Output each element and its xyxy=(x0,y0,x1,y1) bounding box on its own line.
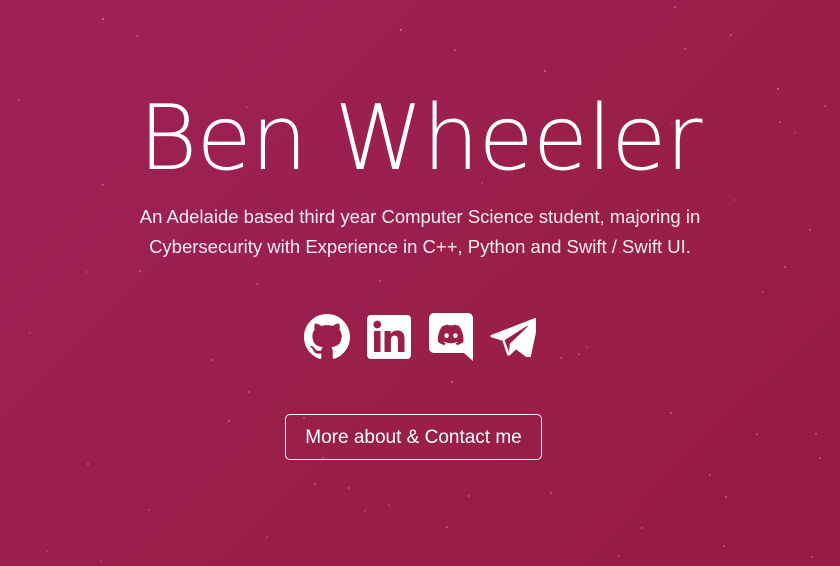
tagline-line-2: Cybersecurity with Experience in C++, Py… xyxy=(149,236,691,257)
github-link[interactable] xyxy=(303,313,351,361)
page-title: Ben Wheeler xyxy=(138,86,702,191)
discord-icon xyxy=(429,313,473,361)
telegram-link[interactable] xyxy=(489,313,537,361)
linkedin-link[interactable] xyxy=(365,313,413,361)
tagline: An Adelaide based third year Computer Sc… xyxy=(110,202,730,262)
social-links xyxy=(0,313,840,361)
discord-link[interactable] xyxy=(427,313,475,361)
linkedin-icon xyxy=(367,315,411,359)
tagline-line-1: An Adelaide based third year Computer Sc… xyxy=(139,206,701,227)
contact-button[interactable]: More about & Contact me xyxy=(285,414,542,460)
github-icon xyxy=(304,314,350,359)
hero-section: Ben Wheeler An Adelaide based third year… xyxy=(0,0,840,566)
telegram-icon xyxy=(490,317,536,357)
